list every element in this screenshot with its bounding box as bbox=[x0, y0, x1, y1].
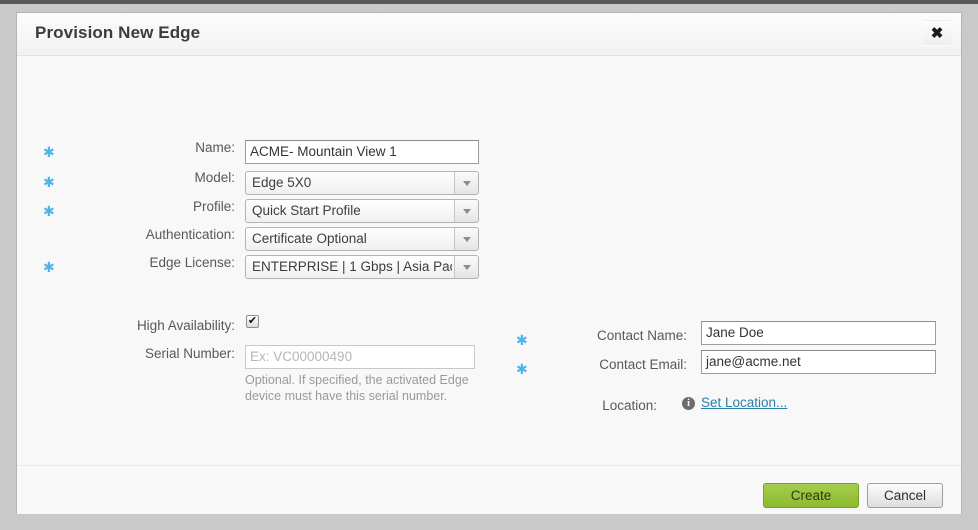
info-icon[interactable]: i bbox=[682, 397, 695, 410]
field-row-model: ✱ Model: bbox=[41, 166, 235, 194]
label-high-availability: High Availability: bbox=[136, 318, 235, 333]
label-contact-name: Contact Name: bbox=[596, 328, 687, 343]
field-row-high-availability: High Availability: bbox=[41, 314, 235, 342]
contact-email-input[interactable]: jane@acme.net bbox=[701, 350, 936, 374]
page-title: Provision New Edge bbox=[35, 23, 201, 42]
chevron-down-icon[interactable] bbox=[454, 172, 478, 194]
serial-number-input[interactable]: Ex: VC00000490 bbox=[245, 345, 475, 369]
field-row-name: ✱ Name: bbox=[41, 136, 235, 164]
required-marker-profile: ✱ bbox=[43, 203, 55, 219]
dialog-header: Provision New Edge ✖ bbox=[17, 13, 961, 56]
edge-license-select-value: ENTERPRISE | 1 Gbps | Asia Paci bbox=[252, 259, 452, 274]
label-contact-email: Contact Email: bbox=[599, 357, 687, 372]
set-location-link[interactable]: Set Location... bbox=[701, 395, 787, 410]
label-profile: Profile: bbox=[192, 199, 235, 214]
edge-license-select[interactable]: ENTERPRISE | 1 Gbps | Asia Paci bbox=[245, 255, 479, 279]
field-row-contact-email: ✱ Contact Email: bbox=[497, 353, 687, 381]
label-authentication: Authentication: bbox=[145, 227, 235, 242]
model-select-value: Edge 5X0 bbox=[252, 175, 312, 190]
profile-select[interactable]: Quick Start Profile bbox=[245, 199, 479, 223]
close-glyph: ✖ bbox=[930, 24, 944, 42]
profile-select-value: Quick Start Profile bbox=[252, 203, 361, 218]
label-edge-license: Edge License: bbox=[149, 255, 235, 270]
serial-number-help-text: Optional. If specified, the activated Ed… bbox=[245, 373, 469, 403]
field-row-authentication: Authentication: bbox=[41, 223, 235, 251]
check-icon: ✔ bbox=[247, 315, 258, 327]
authentication-select-value: Certificate Optional bbox=[252, 231, 367, 246]
close-icon[interactable]: ✖ bbox=[923, 20, 951, 46]
contact-name-input[interactable]: Jane Doe bbox=[701, 321, 936, 345]
label-name: Name: bbox=[195, 140, 235, 155]
chevron-down-icon[interactable] bbox=[454, 256, 478, 278]
required-marker-contact-name: ✱ bbox=[516, 332, 528, 348]
model-select[interactable]: Edge 5X0 bbox=[245, 171, 479, 195]
authentication-select[interactable]: Certificate Optional bbox=[245, 227, 479, 251]
provision-new-edge-dialog: Provision New Edge ✖ ✱ Name: ACME- Mount… bbox=[16, 12, 962, 514]
required-marker-model: ✱ bbox=[43, 174, 55, 190]
high-availability-checkbox[interactable]: ✔ bbox=[246, 315, 259, 328]
field-row-profile: ✱ Profile: bbox=[41, 195, 235, 223]
window-top-chrome bbox=[0, 0, 978, 4]
create-button[interactable]: Create bbox=[763, 483, 859, 508]
chevron-down-icon[interactable] bbox=[454, 200, 478, 222]
name-input[interactable]: ACME- Mountain View 1 bbox=[245, 140, 479, 164]
label-model: Model: bbox=[194, 170, 235, 185]
chevron-down-icon[interactable] bbox=[454, 228, 478, 250]
dialog-body: ✱ Name: ACME- Mountain View 1 ✱ Model: E… bbox=[17, 56, 961, 466]
field-row-edge-license: ✱ Edge License: bbox=[41, 251, 235, 279]
field-row-contact-name: ✱ Contact Name: bbox=[497, 324, 687, 352]
field-row-location: Location: bbox=[497, 394, 657, 422]
required-marker-name: ✱ bbox=[43, 144, 55, 160]
required-marker-contact-email: ✱ bbox=[516, 361, 528, 377]
label-serial-number: Serial Number: bbox=[144, 346, 235, 361]
label-location: Location: bbox=[602, 398, 657, 413]
info-glyph: i bbox=[687, 397, 690, 409]
required-marker-edge-license: ✱ bbox=[43, 259, 55, 275]
cancel-button[interactable]: Cancel bbox=[867, 483, 943, 508]
field-row-serial-number: Serial Number: bbox=[41, 342, 235, 370]
dialog-footer: Create Cancel bbox=[17, 466, 961, 514]
